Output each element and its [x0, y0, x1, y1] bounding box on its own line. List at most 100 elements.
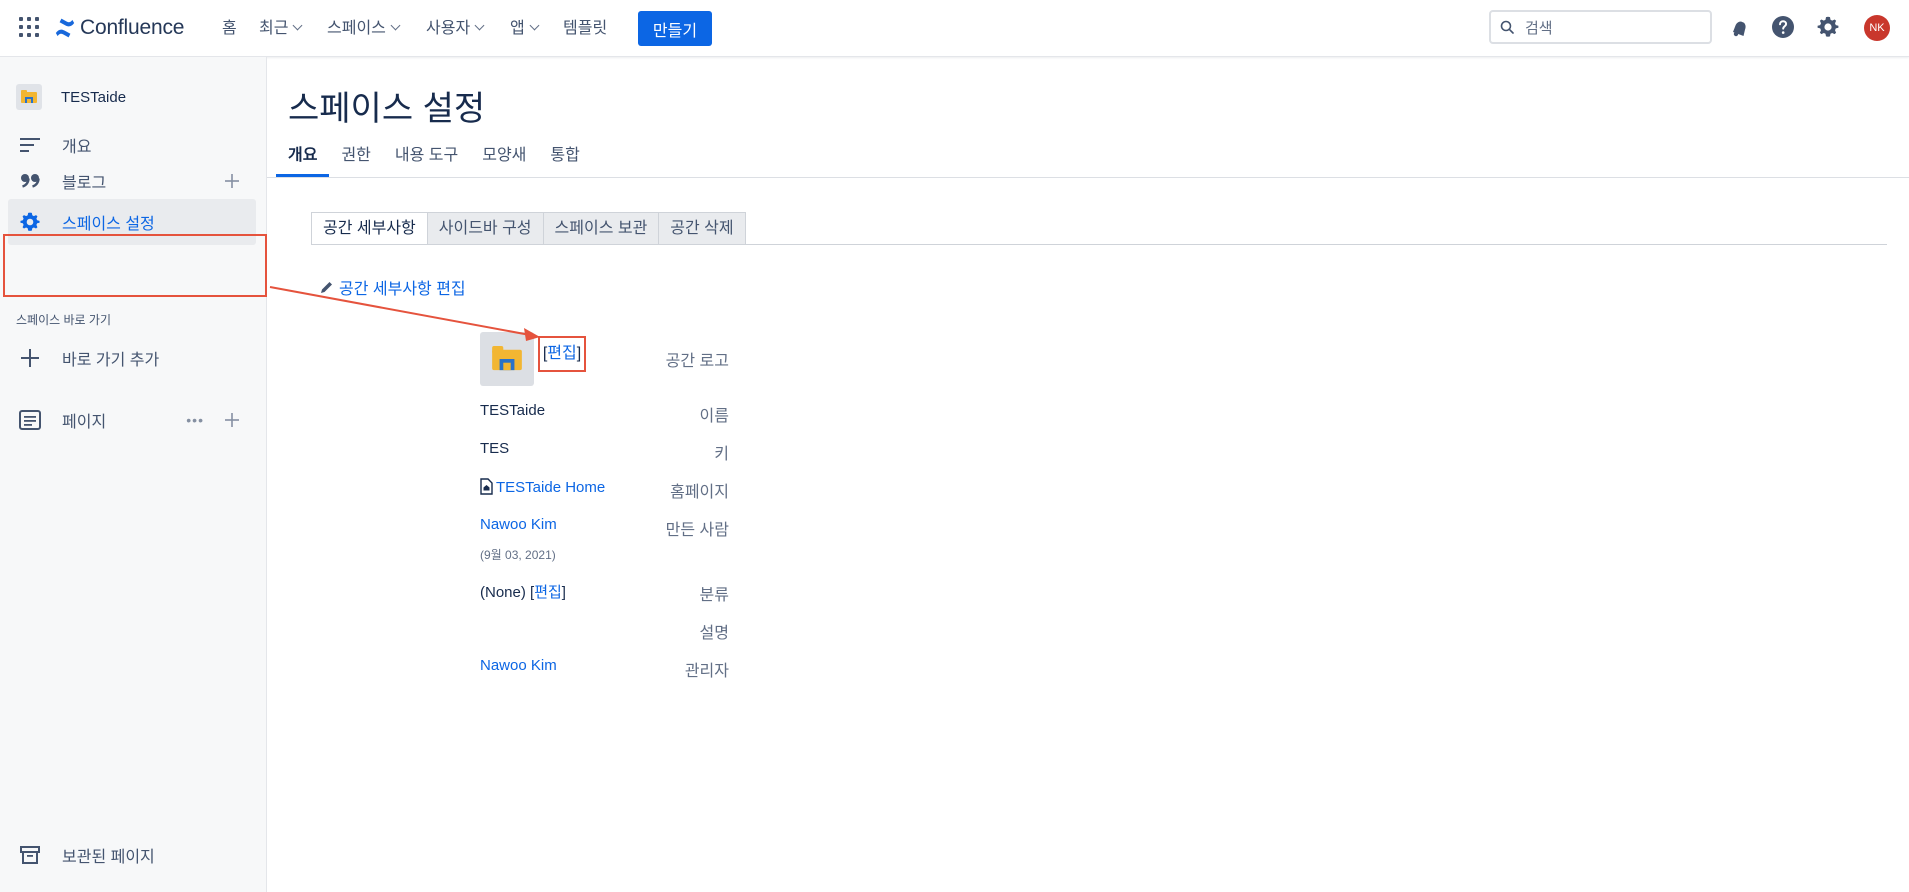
subtab-delete-space[interactable]: 공간 삭제	[659, 212, 746, 245]
add-page-icon[interactable]	[224, 412, 240, 428]
detail-row-logo: 공간 로고	[267, 347, 1067, 371]
tab-integrations[interactable]: 통합	[538, 143, 591, 177]
nav-templates-label: 템플릿	[563, 20, 608, 37]
page-title: 스페이스 설정	[288, 90, 486, 128]
user-avatar[interactable]: NK	[1864, 15, 1890, 41]
confluence-logo[interactable]: Confluence	[54, 14, 184, 42]
sidebar-item-space-settings[interactable]: 스페이스 설정	[8, 199, 256, 245]
bracket-close: ]	[561, 584, 566, 601]
nav-recent-label: 최근	[259, 20, 289, 37]
homepage-value[interactable]: TESTaide Home	[480, 478, 605, 496]
admin-link[interactable]: Nawoo Kim	[480, 657, 557, 674]
tabs-divider	[267, 177, 1909, 178]
chevron-down-icon	[390, 20, 401, 31]
tab-overview[interactable]: 개요	[276, 143, 330, 177]
chevron-down-icon	[293, 20, 303, 31]
nav-home-label: 홈	[222, 20, 237, 37]
add-shortcut-button[interactable]: 바로 가기 추가	[8, 338, 256, 378]
notifications-icon[interactable]	[1727, 15, 1751, 39]
nav-spaces[interactable]: 스페이스	[327, 18, 401, 40]
settings-tabs: 개요 권한 내용 도구 모양새 통합	[276, 143, 592, 177]
homepage-link[interactable]: TESTaide Home	[496, 479, 605, 496]
search-box[interactable]	[1489, 10, 1712, 44]
admin-value: Nawoo Kim	[480, 657, 557, 674]
subtab-archive-space[interactable]: 스페이스 보관	[543, 212, 660, 245]
more-icon[interactable]: •••	[186, 412, 204, 428]
creator-value: Nawoo Kim	[480, 516, 557, 533]
add-blog-icon[interactable]	[224, 173, 240, 189]
plus-icon	[18, 346, 42, 370]
subtab-sidebar-config[interactable]: 사이드바 구성	[427, 212, 544, 245]
key-value: TES	[480, 440, 510, 457]
sidebar-item-overview[interactable]: 개요	[8, 125, 256, 165]
creator-link[interactable]: Nawoo Kim	[480, 516, 557, 533]
sidebar-item-label: 스페이스 설정	[62, 216, 155, 233]
detail-row-category: 분류 (None) [편집]	[267, 581, 1067, 605]
tab-look-and-feel[interactable]: 모양새	[470, 143, 538, 177]
folder-icon	[492, 346, 522, 371]
pencil-icon	[321, 281, 332, 293]
logo-edit-highlight: [편집]	[538, 336, 586, 372]
nav-recent[interactable]: 최근	[259, 18, 303, 40]
detail-row-key: 키 TES	[267, 440, 1067, 464]
create-button[interactable]: 만들기	[638, 11, 712, 46]
chevron-down-icon	[529, 20, 540, 31]
detail-row-name: 이름 TESTaide	[267, 402, 1067, 426]
sidebar-item-archived[interactable]: 보관된 페이지	[8, 835, 256, 875]
category-value: (None) [편집]	[480, 581, 566, 602]
detail-row-homepage: 홈페이지 TESTaide Home	[267, 478, 1067, 502]
sidebar-item-blog[interactable]: 블로그	[8, 161, 256, 201]
add-shortcut-label: 바로 가기 추가	[62, 352, 160, 369]
detail-row-creator: 만든 사람 Nawoo Kim	[267, 516, 1067, 540]
top-navigation: Confluence 홈 최근 스페이스 사용자 앱 템플릿 만들기 NK	[0, 0, 1909, 57]
archived-label: 보관된 페이지	[62, 849, 155, 866]
app-switcher-icon[interactable]	[19, 17, 39, 37]
category-label: 분류	[699, 587, 729, 604]
nav-templates[interactable]: 템플릿	[563, 18, 607, 40]
edit-space-details-link[interactable]: 공간 세부사항 편집	[319, 275, 466, 299]
settings-icon[interactable]	[1816, 15, 1840, 39]
folder-icon	[21, 90, 37, 103]
pages-label: 페이지	[62, 414, 107, 431]
nav-spaces-label: 스페이스	[327, 20, 386, 37]
space-logo	[480, 332, 534, 386]
key-label: 키	[714, 446, 729, 463]
chevron-down-icon	[474, 20, 485, 31]
tab-permissions[interactable]: 권한	[329, 143, 382, 177]
subtabs-divider	[311, 244, 1887, 245]
quote-icon	[18, 169, 42, 193]
search-icon	[1500, 20, 1514, 34]
archive-icon	[18, 843, 42, 867]
sidebar-item-label: 개요	[62, 139, 92, 156]
brand-name: Confluence	[80, 16, 185, 39]
sidebar-item-pages[interactable]: 페이지 •••	[8, 400, 256, 440]
bracket-close: ]	[576, 345, 582, 362]
nav-home[interactable]: 홈	[222, 18, 237, 40]
category-text: (None) [	[480, 584, 535, 601]
overview-subtabs: 공간 세부사항 사이드바 구성 스페이스 보관 공간 삭제	[311, 212, 746, 245]
space-header[interactable]: TESTaide	[8, 77, 256, 117]
help-icon[interactable]	[1771, 15, 1795, 39]
gear-icon	[18, 210, 42, 234]
sidebar: TESTaide 개요 블로그 스페이스 설정 스페이스 바로 가기 바로 가기…	[0, 57, 267, 892]
pages-icon	[18, 408, 42, 432]
nav-people[interactable]: 사용자	[426, 18, 485, 40]
shortcuts-heading: 스페이스 바로 가기	[16, 313, 111, 327]
created-date: (9월 03, 2021)	[480, 548, 556, 562]
tab-content-tools[interactable]: 내용 도구	[383, 143, 470, 177]
nav-people-label: 사용자	[426, 20, 471, 37]
confluence-icon	[55, 18, 75, 38]
nav-apps[interactable]: 앱	[510, 18, 540, 40]
overview-icon	[18, 133, 42, 157]
home-page-icon	[480, 478, 493, 495]
detail-row-description: 설명	[267, 619, 1067, 643]
main-content: 스페이스 설정 개요 권한 내용 도구 모양새 통합 공간 세부사항 사이드바 …	[267, 57, 1909, 892]
subtab-space-details[interactable]: 공간 세부사항	[311, 212, 428, 245]
admin-label: 관리자	[684, 663, 729, 680]
creator-label: 만든 사람	[665, 522, 729, 539]
description-label: 설명	[699, 625, 729, 642]
search-input[interactable]	[1523, 15, 1707, 41]
category-edit-link[interactable]: 편집	[534, 584, 562, 601]
space-avatar	[16, 84, 42, 110]
logo-edit-link[interactable]: 편집	[547, 345, 576, 362]
